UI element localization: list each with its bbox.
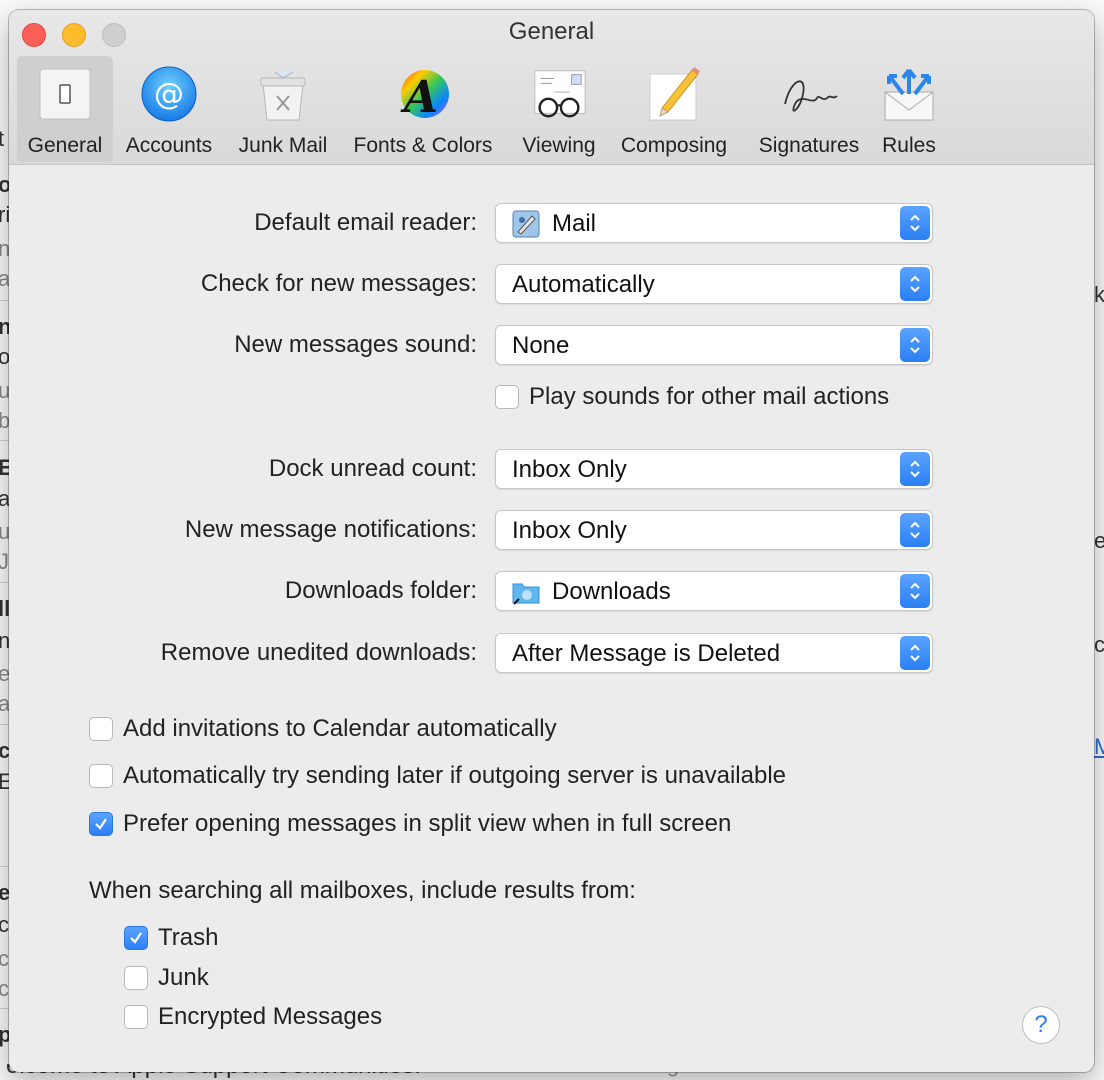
new-sound-value: None xyxy=(512,332,570,359)
split-view-option[interactable]: Prefer opening messages in split view wh… xyxy=(89,810,731,838)
new-sound-popup[interactable]: None xyxy=(495,325,933,365)
titlebar: General General @ Accounts Junk Mail A F… xyxy=(9,10,1094,165)
new-sound-label: New messages sound: xyxy=(234,331,477,358)
bg-fragment: J xyxy=(0,549,9,574)
tab-viewing[interactable]: Viewing xyxy=(511,56,607,162)
window-title: General xyxy=(508,18,595,45)
rules-envelope-icon xyxy=(879,64,939,124)
bg-fragment: k xyxy=(1094,282,1104,307)
try-sending-later-checkbox[interactable] xyxy=(89,764,113,788)
search-trash-label: Trash xyxy=(158,924,219,951)
search-junk-checkbox[interactable] xyxy=(124,966,148,990)
remove-downloads-popup[interactable]: After Message is Deleted xyxy=(495,633,933,673)
bg-fragment: t xyxy=(0,126,5,151)
dock-unread-popup[interactable]: Inbox Only xyxy=(495,449,933,489)
notifications-label: New message notifications: xyxy=(184,516,477,543)
at-sign-icon: @ xyxy=(139,64,199,124)
tab-signatures-label: Signatures xyxy=(758,134,860,157)
tab-rules[interactable]: Rules xyxy=(875,56,943,162)
preferences-window: General General @ Accounts Junk Mail A F… xyxy=(9,10,1094,1072)
svg-text:A: A xyxy=(400,72,438,123)
search-trash-option[interactable]: Trash xyxy=(124,924,218,952)
tab-composing[interactable]: Composing xyxy=(613,56,735,162)
dock-unread-label: Dock unread count: xyxy=(268,455,477,482)
mail-app-icon xyxy=(512,210,540,238)
check-messages-popup[interactable]: Automatically xyxy=(495,264,933,304)
bg-fragment: c xyxy=(0,976,9,1001)
svg-text:@: @ xyxy=(154,77,184,112)
tab-signatures[interactable]: Signatures xyxy=(745,56,873,162)
search-trash-checkbox[interactable] xyxy=(124,926,148,950)
downloads-folder-label: Downloads folder: xyxy=(284,577,477,604)
bg-fragment: c xyxy=(0,946,9,971)
split-view-label: Prefer opening messages in split view wh… xyxy=(123,810,732,837)
chevron-updown-icon xyxy=(900,328,930,362)
search-heading: When searching all mailboxes, include re… xyxy=(89,877,636,904)
split-view-checkbox[interactable] xyxy=(89,812,113,836)
downloads-folder-value: Downloads xyxy=(552,578,671,605)
search-encrypted-label: Encrypted Messages xyxy=(158,1003,383,1030)
help-button[interactable]: ? xyxy=(1022,1006,1060,1044)
bg-fragment: c xyxy=(0,912,9,937)
remove-downloads-value: After Message is Deleted xyxy=(512,640,781,667)
chevron-updown-icon xyxy=(900,513,930,547)
play-sounds-option[interactable]: Play sounds for other mail actions xyxy=(495,383,889,411)
notifications-popup[interactable]: Inbox Only xyxy=(495,510,933,550)
junk-bin-icon xyxy=(253,64,313,124)
pencil-paper-icon xyxy=(644,64,704,124)
downloads-folder-popup[interactable]: Downloads xyxy=(495,571,933,611)
default-reader-label: Default email reader: xyxy=(254,209,477,236)
tab-rules-label: Rules xyxy=(882,134,936,157)
dock-unread-value: Inbox Only xyxy=(512,456,627,483)
check-messages-value: Automatically xyxy=(512,271,655,298)
chevron-updown-icon xyxy=(900,636,930,670)
chevron-updown-icon xyxy=(900,574,930,608)
tab-fonts-colors[interactable]: A Fonts & Colors xyxy=(343,56,503,162)
preferences-toolbar: General @ Accounts Junk Mail A Fonts & C… xyxy=(9,56,1094,162)
notifications-value: Inbox Only xyxy=(512,517,627,544)
chevron-updown-icon xyxy=(900,206,930,240)
try-sending-later-label: Automatically try sending later if outgo… xyxy=(123,762,787,789)
tab-accounts-label: Accounts xyxy=(125,134,213,157)
checkmark-icon xyxy=(130,932,142,944)
bg-fragment: e xyxy=(1094,528,1104,553)
add-invitations-checkbox[interactable] xyxy=(89,717,113,741)
tab-accounts[interactable]: @ Accounts xyxy=(117,56,221,162)
tab-fonts-colors-label: Fonts & Colors xyxy=(353,134,493,157)
add-invitations-label: Add invitations to Calendar automaticall… xyxy=(123,715,557,742)
default-reader-popup[interactable]: Mail xyxy=(495,203,933,243)
search-encrypted-option[interactable]: Encrypted Messages xyxy=(124,1003,382,1031)
checkmark-icon xyxy=(95,818,107,830)
bg-fragment: c xyxy=(1094,632,1104,657)
tab-general-label: General xyxy=(27,134,103,157)
remove-downloads-label: Remove unedited downloads: xyxy=(160,639,477,666)
play-sounds-checkbox[interactable] xyxy=(495,385,519,409)
chevron-updown-icon xyxy=(900,267,930,301)
tab-viewing-label: Viewing xyxy=(522,134,596,157)
signature-icon xyxy=(779,64,839,124)
tab-junk-mail[interactable]: Junk Mail xyxy=(231,56,335,162)
glasses-letter-icon xyxy=(529,64,589,124)
default-reader-value: Mail xyxy=(552,210,597,237)
chevron-updown-icon xyxy=(900,452,930,486)
tab-junk-mail-label: Junk Mail xyxy=(238,134,328,157)
play-sounds-label: Play sounds for other mail actions xyxy=(529,383,890,410)
tab-composing-label: Composing xyxy=(620,134,728,157)
search-encrypted-checkbox[interactable] xyxy=(124,1005,148,1029)
bg-fragment: M xyxy=(1094,734,1104,759)
try-sending-later-option[interactable]: Automatically try sending later if outgo… xyxy=(89,762,786,790)
general-pane: Default email reader: Mail Check for new… xyxy=(9,165,1094,1072)
downloads-folder-icon xyxy=(512,578,540,606)
check-messages-label: Check for new messages: xyxy=(200,270,477,297)
add-invitations-option[interactable]: Add invitations to Calendar automaticall… xyxy=(89,715,557,743)
font-color-wheel-icon: A xyxy=(393,64,453,124)
tab-general[interactable]: General xyxy=(17,56,113,162)
search-junk-label: Junk xyxy=(158,964,209,991)
switch-icon xyxy=(35,64,95,124)
search-junk-option[interactable]: Junk xyxy=(124,964,209,992)
